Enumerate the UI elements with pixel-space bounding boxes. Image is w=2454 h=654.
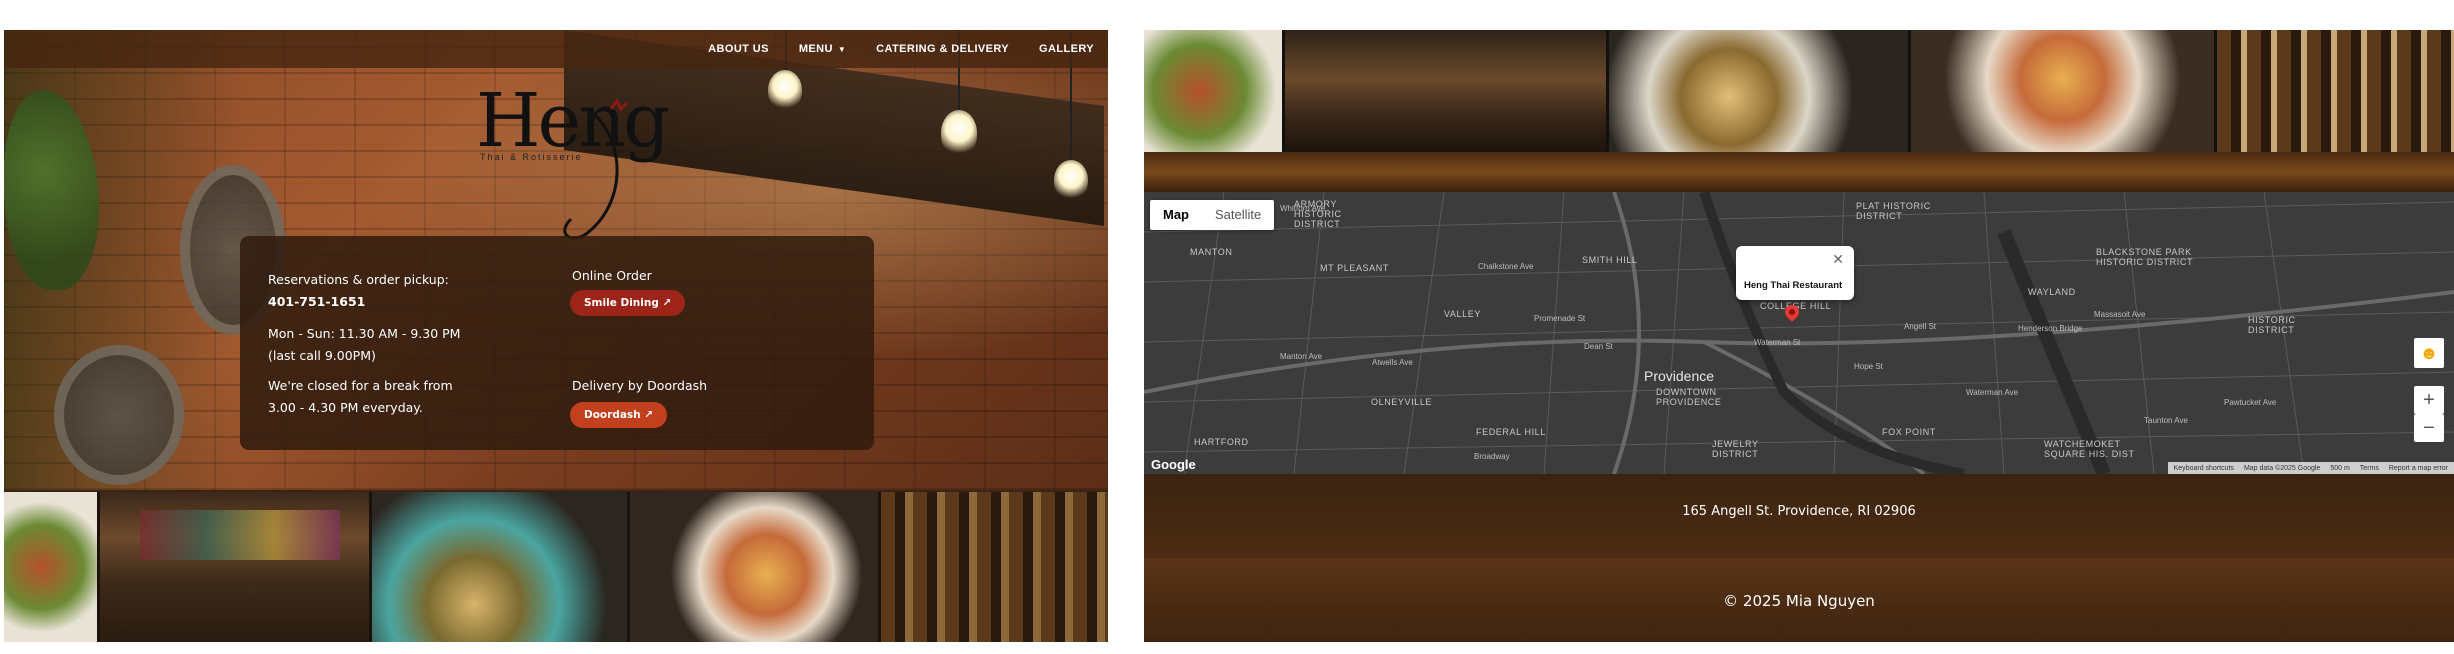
- street-label: Hope St: [1854, 362, 1883, 371]
- google-map[interactable]: Map Satellite MANTON MT PLEASANT SMITH H…: [1144, 192, 2454, 474]
- logo-swirl-icon: [563, 98, 629, 240]
- light-bulb-icon: [941, 110, 977, 156]
- map-area-label: WAYLAND: [2028, 287, 2076, 297]
- street-label: Atwells Ave: [1372, 358, 1413, 367]
- map-area-label: HARTFORD: [1194, 437, 1249, 447]
- google-logo[interactable]: Google: [1151, 457, 1196, 472]
- map-data-label: Map data ©2025 Google: [2243, 464, 2321, 472]
- phone-number[interactable]: 401-751-1651: [268, 294, 365, 309]
- street-label: Taunton Ave: [2144, 416, 2188, 425]
- map-area-label: BLACKSTONE PARK HISTORIC DISTRICT: [2096, 247, 2194, 267]
- nav-gallery[interactable]: GALLERY: [1039, 43, 1094, 55]
- map-button[interactable]: Map: [1150, 200, 1202, 230]
- street-label: Chalkstone Ave: [1478, 262, 1534, 271]
- restaurant-logo[interactable]: Heng Thai & Rotisserie: [476, 84, 670, 244]
- smile-dining-button[interactable]: Smile Dining ↗: [570, 290, 686, 316]
- map-area-label: VALLEY: [1444, 309, 1481, 319]
- map-attribution: Keyboard shortcuts Map data ©2025 Google…: [2167, 462, 2454, 474]
- map-area-label: DOWNTOWN PROVIDENCE: [1656, 387, 1722, 407]
- light-bulb-icon: [768, 70, 802, 110]
- light-bulb-icon: [1054, 160, 1088, 200]
- delivery-label: Delivery by Doordash: [572, 378, 708, 393]
- photo-gallery-strip: [4, 492, 1108, 642]
- street-label: Promenade St: [1534, 314, 1586, 323]
- street-label: Massasoit Ave: [2094, 310, 2146, 319]
- map-area-label: WATCHEMOKET SQUARE HIS. DIST: [2044, 439, 2135, 459]
- online-order-label: Online Order: [572, 268, 652, 283]
- street-label: Waterman Ave: [1966, 388, 2019, 397]
- info-card: Reservations & order pickup: 401-751-165…: [240, 236, 874, 450]
- map-area-label: OLNEYVILLE: [1371, 397, 1433, 407]
- city-label: Providence: [1644, 368, 1715, 384]
- photo-gallery-strip: [1144, 30, 2454, 152]
- photo-dining-room[interactable]: [1284, 30, 1606, 152]
- photo-food-spread[interactable]: [372, 492, 627, 642]
- zoom-in-button[interactable]: +: [2414, 386, 2444, 414]
- street-label: Pawtucket Ave: [2224, 398, 2277, 407]
- street-label: Manton Ave: [1280, 352, 1323, 361]
- photo-noodle-bowl[interactable]: [629, 492, 879, 642]
- photo-noodle-bowl[interactable]: [1911, 30, 2214, 152]
- zoom-out-button[interactable]: −: [2414, 414, 2444, 442]
- map-area-label: SMITH HILL: [1582, 255, 1638, 265]
- photo-chicken-beans[interactable]: [4, 492, 98, 642]
- map-area-label: FEDERAL HILL: [1476, 427, 1546, 437]
- report-error-link[interactable]: Report a map error: [2389, 465, 2448, 472]
- break-line-1: We're closed for a break from: [268, 378, 453, 393]
- hours-line-2: (last call 9.00PM): [268, 348, 376, 363]
- photo-chicken-beans[interactable]: [1144, 30, 1282, 152]
- chevron-down-icon: ▼: [837, 45, 847, 54]
- photo-bar-bottles[interactable]: [881, 492, 1108, 642]
- restaurant-address: 165 Angell St. Providence, RI 02906: [1682, 504, 1916, 519]
- map-scale[interactable]: 500 m: [2330, 465, 2349, 472]
- map-area-label: JEWELRY DISTRICT: [1712, 439, 1759, 459]
- keyboard-shortcuts-link[interactable]: Keyboard shortcuts: [2174, 465, 2234, 472]
- map-area-label: MANTON: [1190, 247, 1233, 257]
- map-area-label: MT PLEASANT: [1320, 263, 1389, 273]
- photo-dining-room[interactable]: [100, 492, 370, 642]
- hours-line-1: Mon - Sun: 11.30 AM - 9.30 PM: [268, 326, 461, 341]
- nav-about-us[interactable]: ABOUT US: [708, 43, 769, 55]
- page-footer: © 2025 Mia Nguyen: [1144, 558, 2454, 642]
- street-label: Henderson Bridge: [2018, 324, 2083, 333]
- nav-catering-delivery[interactable]: CATERING & DELIVERY: [876, 43, 1009, 55]
- map-area-label: HISTORIC DISTRICT: [2248, 315, 2296, 335]
- map-area-label: PLAT HISTORIC DISTRICT: [1856, 201, 1931, 221]
- copyright-text: © 2025 Mia Nguyen: [1723, 592, 1875, 610]
- satellite-button[interactable]: Satellite: [1202, 200, 1274, 230]
- homepage-hero-panel: ABOUT US MENU ▼ CATERING & DELIVERY GALLE…: [4, 30, 1108, 642]
- location-panel: Map Satellite MANTON MT PLEASANT SMITH H…: [1144, 30, 2454, 642]
- street-label: Angell St: [1904, 322, 1937, 331]
- street-label: Broadway: [1474, 452, 1510, 461]
- doordash-button[interactable]: Doordash ↗: [570, 402, 668, 428]
- wood-divider: [1144, 152, 2454, 192]
- terms-link[interactable]: Terms: [2360, 465, 2379, 472]
- nav-menu[interactable]: MENU ▼: [799, 43, 846, 55]
- break-line-2: 3.00 - 4.30 PM everyday.: [268, 400, 423, 415]
- popup-restaurant-name: Heng Thai Restaurant: [1744, 280, 1843, 291]
- top-navigation: ABOUT US MENU ▼ CATERING & DELIVERY GALLE…: [4, 30, 1108, 68]
- wall-pan-decoration: [54, 345, 184, 485]
- street-label: Waterman St: [1754, 338, 1801, 347]
- address-section: 165 Angell St. Providence, RI 02906: [1144, 474, 2454, 558]
- reservations-label: Reservations & order pickup:: [268, 272, 449, 287]
- street-label: Dean St: [1584, 342, 1613, 351]
- map-info-window: ✕ Heng Thai Restaurant: [1736, 246, 1854, 300]
- photo-bar-bottles[interactable]: [2216, 30, 2454, 152]
- photo-food-spread[interactable]: [1608, 30, 1909, 152]
- map-area-label: FOX POINT: [1882, 427, 1936, 437]
- map-type-toggle: Map Satellite: [1150, 200, 1275, 230]
- pegman-icon[interactable]: ☻: [2414, 338, 2444, 368]
- close-icon[interactable]: ✕: [1832, 252, 1844, 268]
- street-label: Whitford Ave: [1280, 204, 1326, 213]
